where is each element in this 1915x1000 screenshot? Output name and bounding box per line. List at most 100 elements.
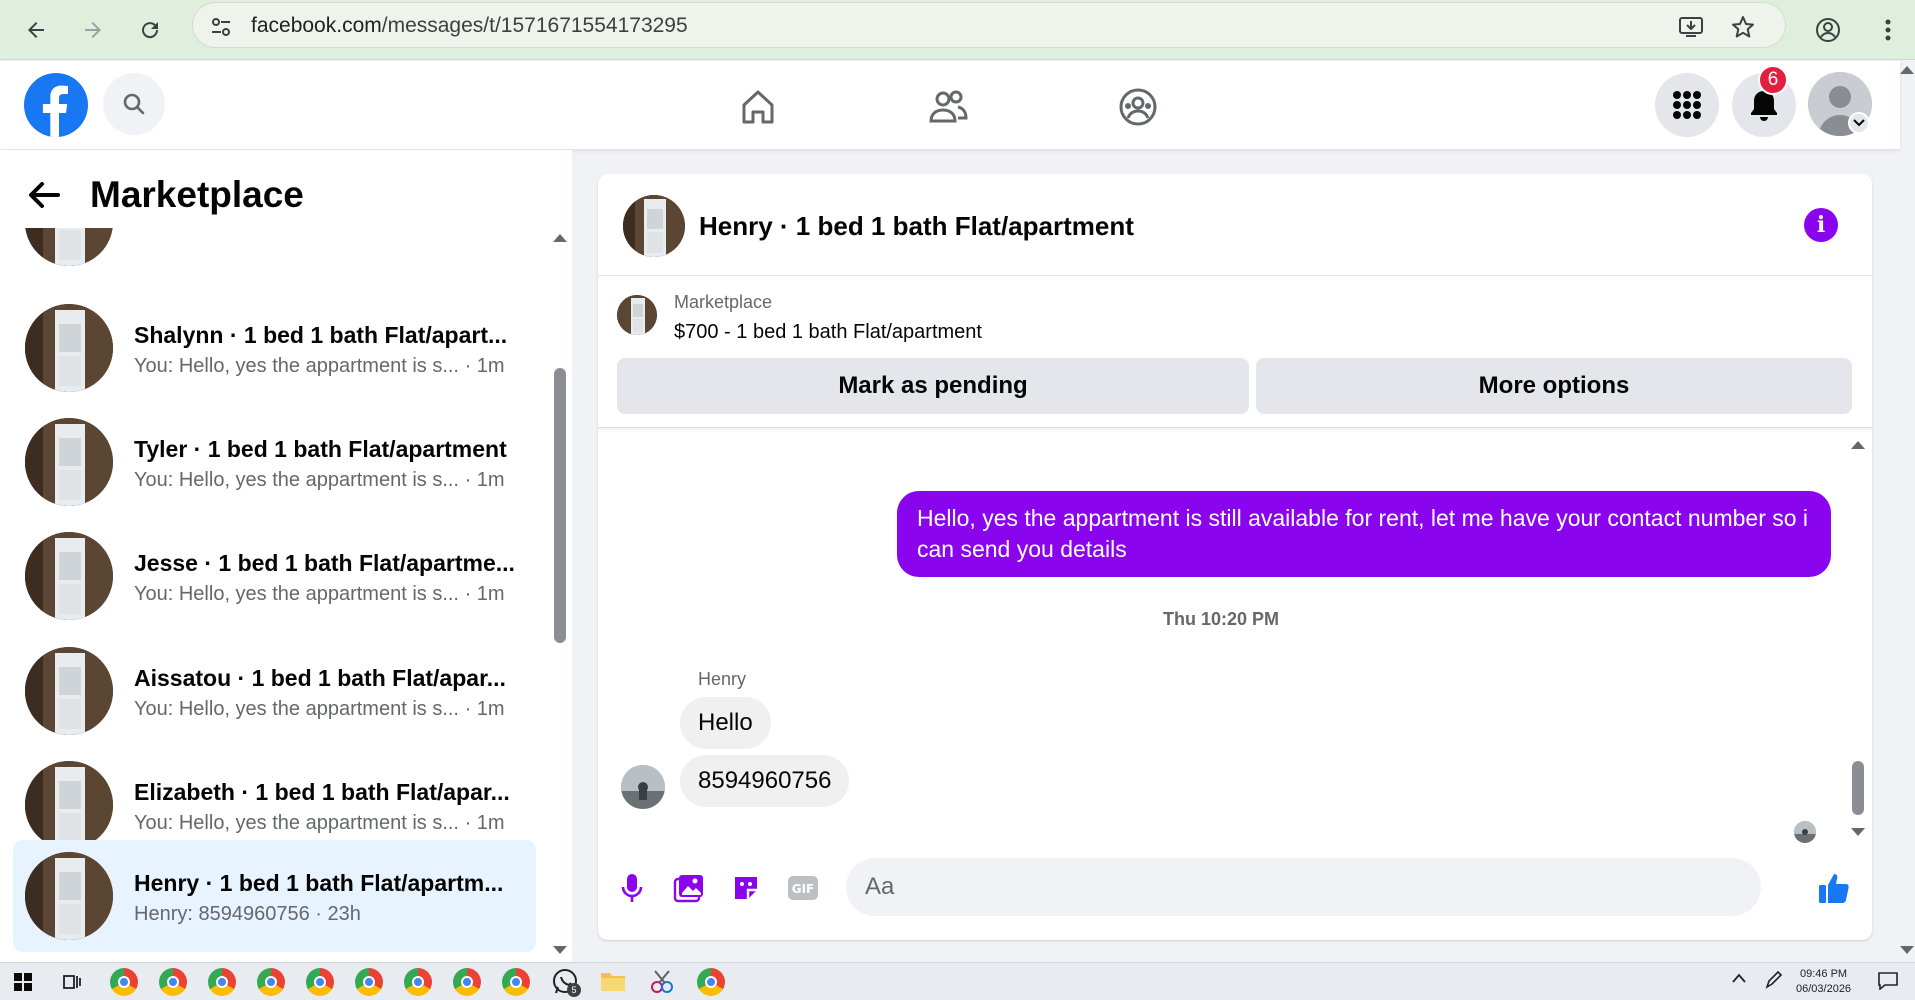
conversation-preview: You: Hello, yes the appartment is s... ·… bbox=[134, 355, 505, 377]
listing-photo bbox=[25, 304, 113, 392]
chat-listing-photo[interactable] bbox=[623, 195, 685, 257]
conversation-item[interactable]: Aissatou · 1 bed 1 bath Flat/apar... You… bbox=[13, 635, 536, 747]
pen-icon[interactable] bbox=[1765, 971, 1783, 989]
browser-menu-icon[interactable] bbox=[1866, 8, 1910, 52]
conversation-item[interactable]: Shalynn · 1 bed 1 bath Flat/apart... You… bbox=[13, 292, 536, 404]
conversation-list: Shalynn · 1 bed 1 bath Flat/apart... You… bbox=[0, 228, 552, 962]
info-icon[interactable]: i bbox=[1804, 208, 1838, 242]
panel-title: Marketplace bbox=[90, 174, 304, 215]
bookmark-star-icon[interactable] bbox=[1729, 13, 1757, 41]
chrome-taskbar-icon[interactable] bbox=[404, 968, 432, 996]
scroll-up-arrow-icon[interactable] bbox=[553, 234, 567, 242]
conversation-item[interactable] bbox=[13, 228, 536, 278]
message-thread: Hello, yes the appartment is still avail… bbox=[598, 429, 1872, 843]
conversation-preview: You: Hello, yes the appartment is s... ·… bbox=[134, 698, 505, 720]
listing-photo bbox=[25, 418, 113, 506]
friends-icon[interactable] bbox=[920, 79, 976, 135]
seen-indicator-avatar bbox=[1794, 821, 1816, 843]
message-thread-scrollbar[interactable] bbox=[1852, 761, 1864, 815]
thread-scroll-down-arrow-icon[interactable] bbox=[1851, 828, 1865, 836]
thumbs-up-icon[interactable] bbox=[1814, 868, 1854, 908]
sender-avatar[interactable] bbox=[621, 765, 665, 809]
system-clock[interactable]: 09:46 PM 06/03/2026 bbox=[1796, 967, 1851, 997]
incoming-message[interactable]: 8594960756 bbox=[680, 755, 850, 807]
listing-photo bbox=[25, 647, 113, 735]
chrome-taskbar-icon[interactable] bbox=[502, 968, 530, 996]
chrome-taskbar-icon[interactable] bbox=[697, 968, 725, 996]
marketplace-listing-card: Marketplace $700 - 1 bed 1 bath Flat/apa… bbox=[598, 276, 1872, 428]
facebook-logo-icon[interactable] bbox=[24, 73, 88, 137]
scroll-down-arrow-icon[interactable] bbox=[553, 946, 567, 954]
conversation-name: Tyler · 1 bed 1 bath Flat/apartment bbox=[134, 436, 507, 462]
conversation-name: Shalynn · 1 bed 1 bath Flat/apart... bbox=[134, 322, 508, 348]
message-timestamp: Thu 10:20 PM bbox=[1162, 609, 1280, 629]
account-chevron-down-icon[interactable] bbox=[1848, 112, 1870, 134]
conversation-preview: You: Hello, yes the appartment is s... ·… bbox=[134, 469, 505, 491]
snipping-tool-icon[interactable] bbox=[649, 969, 675, 995]
marketplace-label: Marketplace bbox=[674, 292, 773, 312]
notification-count-badge: 6 bbox=[1758, 65, 1788, 95]
forward-arrow-icon[interactable] bbox=[71, 8, 115, 52]
chrome-taskbar-icon[interactable] bbox=[453, 968, 481, 996]
conversation-name: Jesse · 1 bed 1 bath Flat/apartme... bbox=[134, 550, 515, 576]
conversation-name: Elizabeth · 1 bed 1 bath Flat/apar... bbox=[134, 779, 510, 805]
back-arrow-icon[interactable] bbox=[28, 181, 60, 209]
chrome-taskbar-icon[interactable] bbox=[355, 968, 383, 996]
microphone-icon[interactable] bbox=[612, 868, 652, 908]
conversation-preview: You: Hello, yes the appartment is s... ·… bbox=[134, 583, 505, 605]
conversation-preview: You: Hello, yes the appartment is s... ·… bbox=[134, 812, 505, 834]
marketplace-conversations-panel: Marketplace Shalynn · 1 bed 1 bath Flat/… bbox=[0, 150, 572, 962]
message-input-placeholder: Aa bbox=[865, 873, 895, 900]
chat-header: Henry · 1 bed 1 bath Flat/apartment i bbox=[598, 174, 1872, 276]
chrome-taskbar-icon[interactable] bbox=[110, 968, 138, 996]
home-icon[interactable] bbox=[730, 79, 786, 135]
file-explorer-icon[interactable] bbox=[600, 970, 626, 992]
photo-gallery-icon[interactable] bbox=[669, 868, 709, 908]
sender-name: Henry bbox=[698, 669, 747, 689]
back-arrow-icon[interactable] bbox=[14, 8, 58, 52]
listing-title[interactable]: $700 - 1 bed 1 bath Flat/apartment bbox=[674, 321, 982, 344]
chrome-taskbar-icon[interactable] bbox=[159, 968, 187, 996]
listing-photo bbox=[25, 761, 113, 849]
outgoing-message[interactable]: Hello, yes the appartment is still avail… bbox=[897, 491, 1831, 577]
conversation-name: Aissatou · 1 bed 1 bath Flat/apar... bbox=[134, 665, 506, 691]
conversation-item[interactable]: Tyler · 1 bed 1 bath Flat/apartment You:… bbox=[13, 406, 536, 518]
page-scroll-down-arrow-icon[interactable] bbox=[1900, 946, 1914, 954]
windows-taskbar: 5 09:46 PM 06/03/2026 bbox=[0, 962, 1915, 1000]
menu-grid-icon[interactable] bbox=[1655, 73, 1719, 137]
chat-title[interactable]: Henry · 1 bed 1 bath Flat/apartment bbox=[699, 211, 1134, 242]
browser-toolbar: facebook.com/messages/t/1571671554173295 bbox=[0, 0, 1915, 60]
address-bar[interactable]: facebook.com/messages/t/1571671554173295 bbox=[192, 2, 1786, 48]
notification-center-icon[interactable] bbox=[1878, 972, 1898, 990]
task-view-icon[interactable] bbox=[62, 972, 82, 992]
conversation-preview: Henry: 8594960756 · 23h bbox=[134, 903, 361, 925]
listing-photo bbox=[25, 852, 113, 940]
facebook-header: 6 bbox=[0, 61, 1900, 149]
more-options-button[interactable]: More options bbox=[1256, 358, 1852, 414]
conversation-item-active[interactable]: Henry · 1 bed 1 bath Flat/apartm... Henr… bbox=[13, 840, 536, 952]
mark-as-pending-button[interactable]: Mark as pending bbox=[617, 358, 1249, 414]
chrome-profile-icon[interactable] bbox=[1806, 8, 1850, 52]
incoming-message[interactable]: Hello bbox=[680, 697, 771, 749]
install-app-icon[interactable] bbox=[1677, 13, 1705, 41]
conversation-item[interactable]: Jesse · 1 bed 1 bath Flat/apartme... You… bbox=[13, 520, 536, 632]
url-text[interactable]: facebook.com/messages/t/1571671554173295 bbox=[251, 14, 688, 38]
search-icon[interactable] bbox=[103, 73, 165, 135]
reload-icon[interactable] bbox=[128, 8, 172, 52]
message-input[interactable]: Aa bbox=[846, 858, 1761, 916]
message-composer: GIF Aa bbox=[598, 854, 1872, 934]
show-hidden-icons-chevron-icon[interactable] bbox=[1732, 973, 1746, 983]
listing-thumbnail[interactable] bbox=[617, 295, 657, 335]
site-settings-icon[interactable] bbox=[207, 13, 235, 41]
gif-icon[interactable]: GIF bbox=[783, 868, 823, 908]
chrome-taskbar-icon[interactable] bbox=[306, 968, 334, 996]
windows-start-icon[interactable] bbox=[14, 973, 32, 991]
svg-text:GIF: GIF bbox=[792, 882, 815, 896]
chrome-taskbar-icon[interactable] bbox=[208, 968, 236, 996]
groups-icon[interactable] bbox=[1110, 79, 1166, 135]
thread-scroll-up-arrow-icon[interactable] bbox=[1851, 441, 1865, 449]
conversation-list-scrollbar[interactable] bbox=[554, 368, 566, 643]
page-scroll-up-arrow-icon[interactable] bbox=[1900, 66, 1914, 74]
chrome-taskbar-icon[interactable] bbox=[257, 968, 285, 996]
sticker-icon[interactable] bbox=[726, 868, 766, 908]
